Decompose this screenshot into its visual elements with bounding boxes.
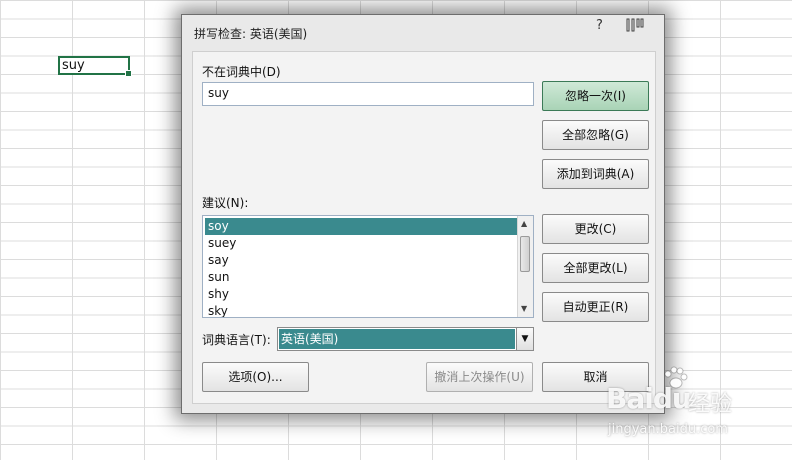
ignore-once-button[interactable]: 忽略一次(I) [542,81,649,111]
suggestion-item[interactable]: suey [205,235,517,252]
scroll-up-icon[interactable]: ▲ [521,219,527,228]
dialog-title: 拼写检查: 英语(美国) [194,27,308,41]
suggestion-item[interactable]: soy [205,218,517,235]
suggestion-item[interactable]: shy [205,286,517,303]
not-in-dictionary-area[interactable] [202,106,534,180]
suggestion-item[interactable]: say [205,252,517,269]
suggestion-item[interactable]: sky [205,303,517,317]
ignore-all-button[interactable]: 全部忽略(G) [542,120,649,150]
dictionary-language-value: 英语(美国) [279,329,515,349]
dropdown-arrow-icon[interactable]: ▼ [516,328,533,350]
undo-last-button[interactable]: 撤消上次操作(U) [426,362,533,392]
dictionary-language-select[interactable]: 英语(美国) ▼ [277,327,534,351]
dialog-titlebar: 拼写检查: 英语(美国) ? [182,15,664,51]
active-cell[interactable]: suy [58,56,132,77]
not-in-dictionary-label: 不在词典中(D) [202,65,281,79]
not-in-dictionary-field[interactable]: suy [202,82,534,106]
change-button[interactable]: 更改(C) [542,214,649,244]
paw-icon [664,366,688,389]
suggestions-scrollbar[interactable]: ▲ ▼ [517,216,533,317]
add-to-dictionary-button[interactable]: 添加到词典(A) [542,159,649,189]
suggestions-list[interactable]: soy suey say sun shy sky ▲ ▼ [202,215,534,318]
close-glyph-icon [626,18,644,32]
spelling-dialog: 拼写检查: 英语(美国) ? 不在词典中(D) suy 忽略一次(I) 全部忽略… [181,14,665,414]
dialog-body: 不在词典中(D) suy 忽略一次(I) 全部忽略(G) 添加到词典(A) 建议… [192,51,656,404]
help-icon[interactable]: ? [596,18,603,33]
scroll-thumb[interactable] [520,236,530,272]
scroll-down-icon[interactable]: ▼ [521,304,527,313]
watermark-url: jingyan.baidu.com [608,422,728,437]
options-button[interactable]: 选项(O)... [202,362,309,392]
dictionary-language-label: 词典语言(T): [202,333,271,347]
change-all-button[interactable]: 全部更改(L) [542,253,649,283]
watermark-text: 经验 [688,392,733,417]
suggestion-item[interactable]: sun [205,269,517,286]
close-icon[interactable] [626,18,644,36]
baidu-watermark: Baidu 经验 jingyan.baidu.com [606,366,786,440]
suggestions-label: 建议(N): [202,196,249,210]
autocorrect-button[interactable]: 自动更正(R) [542,292,649,322]
